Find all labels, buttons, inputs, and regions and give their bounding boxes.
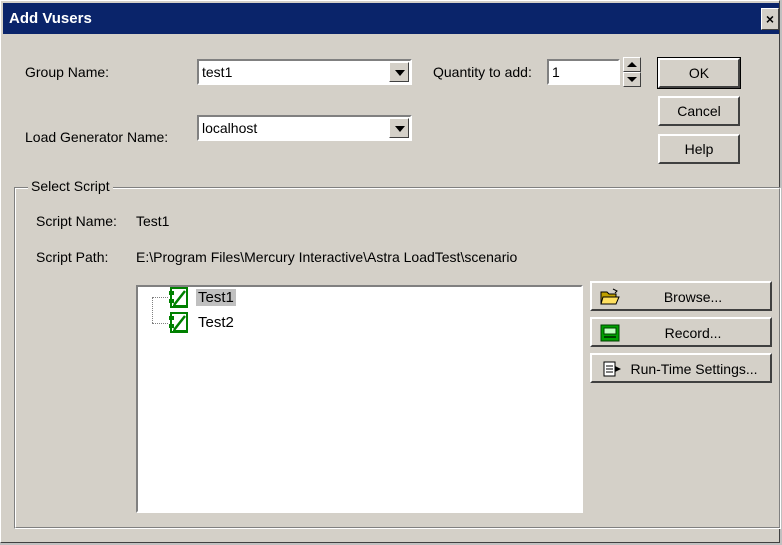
title-bar[interactable]: Add Vusers ×: [3, 3, 779, 34]
record-button[interactable]: Record...: [590, 317, 772, 347]
group-name-label: Group Name:: [25, 64, 110, 80]
tree-connector-line: [152, 297, 168, 298]
help-button[interactable]: Help: [658, 134, 740, 164]
load-generator-dropdown-button[interactable]: [389, 118, 409, 138]
script-name-label: Script Name:: [36, 213, 117, 229]
tree-item-label: Test1: [196, 289, 236, 306]
group-name-combobox[interactable]: test1: [197, 59, 412, 85]
load-generator-combobox[interactable]: localhost: [197, 115, 412, 141]
tree-connector-line: [152, 323, 168, 324]
group-name-dropdown-button[interactable]: [389, 62, 409, 82]
tree-connector-line: [152, 297, 153, 323]
quantity-input[interactable]: 1: [547, 59, 620, 85]
spin-down-arrow-icon[interactable]: [623, 72, 641, 87]
script-path-label: Script Path:: [36, 249, 109, 265]
window-title: Add Vusers: [9, 10, 92, 27]
load-generator-value: localhost: [202, 120, 258, 136]
script-tree[interactable]: Test1 Test2: [136, 285, 583, 513]
quantity-value: 1: [552, 64, 560, 80]
spin-up-arrow-icon[interactable]: [623, 57, 641, 72]
browse-label: Browse...: [663, 289, 723, 305]
select-script-group-label: Select Script: [28, 178, 113, 194]
run-time-settings-label: Run-Time Settings...: [630, 361, 758, 377]
cancel-button[interactable]: Cancel: [658, 96, 740, 126]
script-icon: [169, 312, 188, 333]
browse-button[interactable]: Browse...: [590, 281, 772, 311]
script-name-value: Test1: [136, 213, 170, 229]
load-generator-label: Load Generator Name:: [25, 129, 169, 145]
close-button[interactable]: ×: [761, 8, 779, 30]
script-path-value: E:\Program Files\Mercury Interactive\Ast…: [136, 249, 518, 265]
add-vusers-dialog: Add Vusers × Group Name: test1 Quantity …: [0, 0, 781, 543]
record-label: Record...: [664, 325, 722, 341]
script-icon: [169, 287, 188, 308]
ok-button[interactable]: OK: [657, 57, 741, 89]
run-time-settings-button[interactable]: Run-Time Settings...: [590, 353, 772, 383]
quantity-spinner[interactable]: [623, 57, 641, 87]
quantity-label: Quantity to add:: [433, 64, 532, 80]
tree-item-label: Test2: [198, 314, 234, 331]
group-name-value: test1: [202, 64, 233, 80]
